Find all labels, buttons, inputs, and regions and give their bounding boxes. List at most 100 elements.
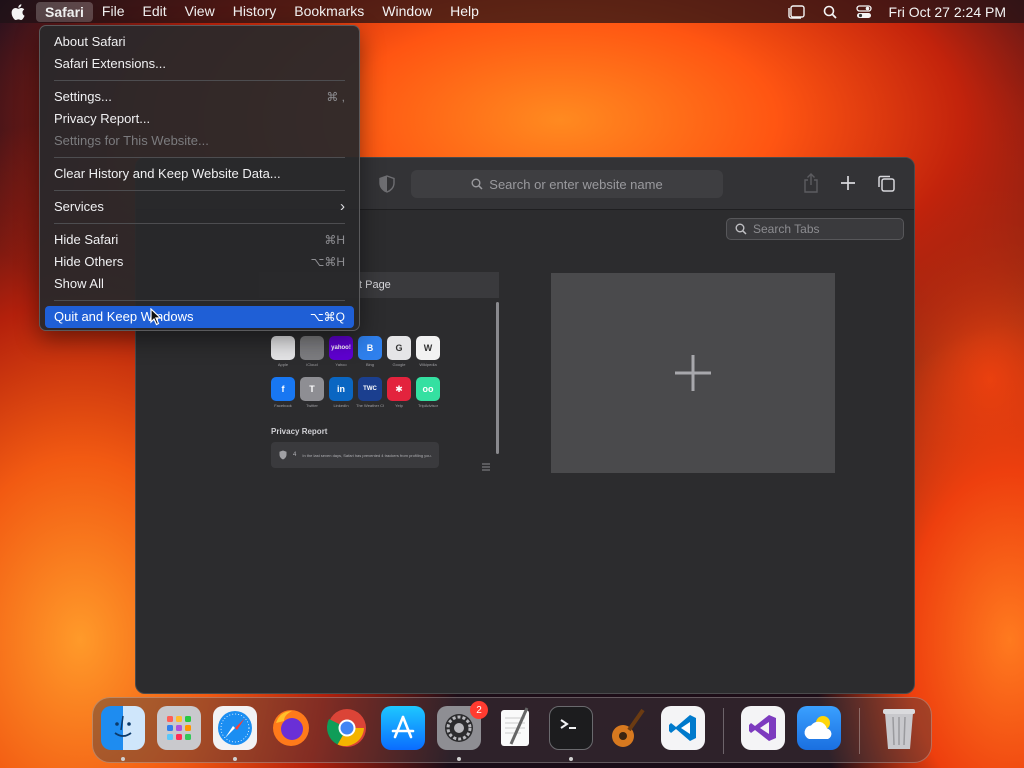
menu-item-shortcut: ⌥⌘H xyxy=(310,255,346,269)
plus-icon xyxy=(675,355,711,391)
favorite-tile[interactable]: ✱ Yelp xyxy=(387,377,411,408)
apple-menu-icon[interactable] xyxy=(0,3,36,20)
privacy-count: 4 xyxy=(293,452,297,458)
new-tab-plus-icon[interactable] xyxy=(840,175,856,196)
spotlight-search-icon[interactable] xyxy=(813,5,847,19)
menu-item-privacy-report[interactable]: Privacy Report... xyxy=(45,108,354,130)
menu-bar-clock[interactable]: Fri Oct 27 2:24 PM xyxy=(881,4,1006,20)
dock-garageband-icon[interactable] xyxy=(605,706,649,750)
dock-visual-studio-icon[interactable] xyxy=(741,706,785,750)
favorite-tile-icon: in xyxy=(329,377,353,401)
favorites-grid: Apple iCloud yahoo! Yahoo B Bing G Google W Wikip… xyxy=(271,336,440,408)
menu-item-label: Hide Others xyxy=(54,254,124,269)
menu-item-label: Settings for This Website... xyxy=(54,133,209,148)
dock-running-indicator xyxy=(121,757,125,761)
dock-trash-icon[interactable] xyxy=(877,706,921,750)
menu-item-label: Show All xyxy=(54,276,104,291)
menu-separator xyxy=(54,80,345,81)
favorite-tile-label: TripAdvisor xyxy=(417,403,439,408)
tab-overview-icon[interactable] xyxy=(877,174,895,197)
menu-window[interactable]: Window xyxy=(373,0,441,23)
menu-item-shortcut: ⌥⌘Q xyxy=(309,310,345,324)
dock-separator xyxy=(723,708,724,754)
favorite-tile[interactable]: f Facebook xyxy=(271,377,295,408)
menu-help[interactable]: Help xyxy=(441,0,488,23)
favorite-tile[interactable]: T Twitter xyxy=(300,377,324,408)
menu-item-about-safari[interactable]: About Safari xyxy=(45,31,354,53)
dock-finder-icon[interactable] xyxy=(101,706,145,750)
menu-item-shortcut: ⌘H xyxy=(324,233,345,247)
menu-history[interactable]: History xyxy=(224,0,286,23)
favorite-tile[interactable]: in LinkedIn xyxy=(329,377,353,408)
mouse-cursor-icon xyxy=(150,307,163,331)
menu-item-hide-safari[interactable]: Hide Safari ⌘H xyxy=(45,229,354,251)
privacy-shield-icon[interactable] xyxy=(379,175,395,198)
tab-card-scrollbar[interactable] xyxy=(496,302,499,454)
favorite-tile[interactable]: B Bing xyxy=(358,336,382,367)
favorite-tile[interactable]: W Wikipedia xyxy=(416,336,440,367)
notification-badge: 2 xyxy=(470,701,488,719)
favorite-tile[interactable]: TWC The Weather Channel xyxy=(356,377,384,408)
dock-chrome-icon[interactable] xyxy=(325,706,369,750)
favorite-tile-icon: T xyxy=(300,377,324,401)
favorite-tile[interactable]: Apple xyxy=(271,336,295,367)
dock-firefox-icon[interactable] xyxy=(269,706,313,750)
menu-item-label: Safari Extensions... xyxy=(54,56,166,71)
favorite-tile-icon: oo xyxy=(416,377,440,401)
menu-item-hide-others[interactable]: Hide Others ⌥⌘H xyxy=(45,251,354,273)
menu-item-services[interactable]: Services › xyxy=(45,196,354,218)
favorite-tile-label: Google xyxy=(392,362,406,367)
menu-separator xyxy=(54,157,345,158)
dock-launchpad-icon[interactable] xyxy=(157,706,201,750)
menu-file[interactable]: File xyxy=(93,0,134,23)
menu-bookmarks[interactable]: Bookmarks xyxy=(285,0,373,23)
favorite-tile-icon xyxy=(271,336,295,360)
menu-separator xyxy=(54,190,345,191)
favorite-tile[interactable]: G Google xyxy=(387,336,411,367)
menu-item-settings[interactable]: Settings... ⌘ , xyxy=(45,86,354,108)
favorite-tile-icon: B xyxy=(358,336,382,360)
menu-safari[interactable]: Safari xyxy=(36,1,93,22)
favorite-tile[interactable]: iCloud xyxy=(300,336,324,367)
favorite-tile-icon: G xyxy=(387,336,411,360)
menu-item-quit-keep-windows[interactable]: Quit and Keep Windows ⌥⌘Q xyxy=(45,306,354,328)
control-center-icon[interactable] xyxy=(847,4,881,19)
address-bar[interactable]: Search or enter website name xyxy=(411,170,723,198)
chevron-right-icon: › xyxy=(340,198,345,215)
favorite-tile-icon: TWC xyxy=(358,377,382,401)
menu-separator xyxy=(54,300,345,301)
menu-item-label: About Safari xyxy=(54,34,126,49)
menu-edit[interactable]: Edit xyxy=(133,0,175,23)
menu-item-label: Settings... xyxy=(54,89,112,104)
menu-item-safari-extensions[interactable]: Safari Extensions... xyxy=(45,53,354,75)
tab-card-menu-icon[interactable] xyxy=(481,458,491,476)
menu-item-settings-for-website: Settings for This Website... xyxy=(45,130,354,152)
favorite-tile-icon: ✱ xyxy=(387,377,411,401)
favorite-tile-icon: f xyxy=(271,377,295,401)
dock-textedit-icon[interactable] xyxy=(493,706,537,750)
address-placeholder: Search or enter website name xyxy=(489,176,663,192)
shield-icon xyxy=(279,450,287,460)
favorite-tile[interactable]: yahoo! Yahoo xyxy=(329,336,353,367)
favorite-tile-label: Apple xyxy=(277,362,289,367)
dock-vscode-icon[interactable] xyxy=(661,706,705,750)
favorite-tile[interactable]: oo TripAdvisor xyxy=(416,377,440,408)
menu-view[interactable]: View xyxy=(176,0,224,23)
dock-terminal-icon[interactable] xyxy=(549,706,593,750)
favorite-tile-icon: yahoo! xyxy=(329,336,353,360)
search-tabs-field[interactable]: Search Tabs xyxy=(726,218,904,240)
share-icon[interactable] xyxy=(802,173,820,198)
privacy-report-card[interactable]: 4 In the last seven days, Safari has pre… xyxy=(271,442,439,468)
dock-app-store-icon[interactable] xyxy=(381,706,425,750)
favorite-tile-icon xyxy=(300,336,324,360)
dock-safari-icon[interactable] xyxy=(213,706,257,750)
new-tab-tile[interactable] xyxy=(551,273,835,473)
menu-item-show-all[interactable]: Show All xyxy=(45,273,354,295)
menu-item-clear-history[interactable]: Clear History and Keep Website Data... xyxy=(45,163,354,185)
dock-running-indicator xyxy=(569,757,573,761)
favorite-tile-label: iCloud xyxy=(306,362,318,367)
privacy-report-text: In the last seven days, Safari has preve… xyxy=(302,452,432,458)
stage-manager-icon[interactable] xyxy=(779,4,813,19)
dock-weather-icon[interactable] xyxy=(797,706,841,750)
dock-running-indicator xyxy=(457,757,461,761)
